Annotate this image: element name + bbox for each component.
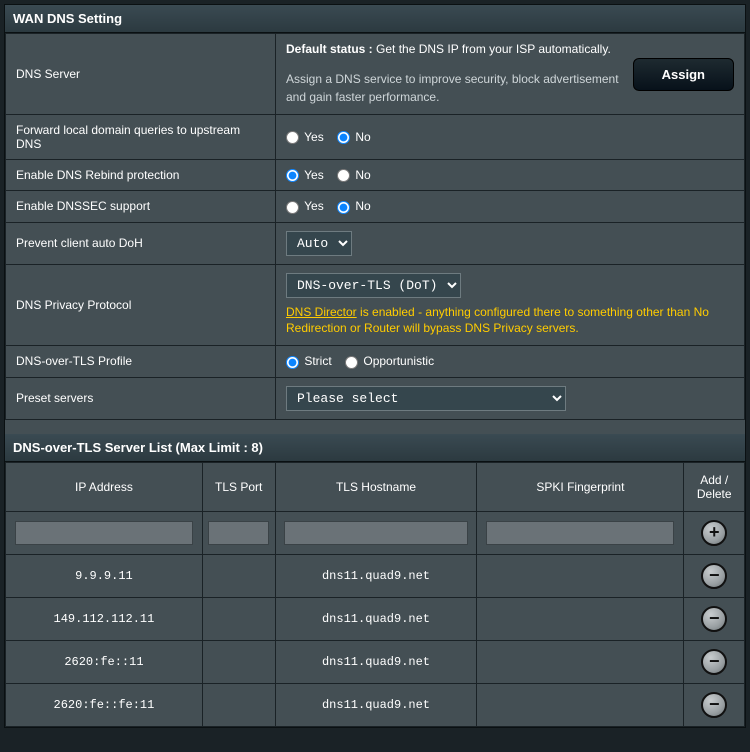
- col-spki: SPKI Fingerprint: [477, 462, 684, 511]
- cell-port: [202, 640, 275, 683]
- new-ip-input[interactable]: [15, 521, 193, 545]
- privacy-proto-label: DNS Privacy Protocol: [6, 264, 276, 346]
- prevent-doh-label: Prevent client auto DoH: [6, 222, 276, 264]
- rebind-yes[interactable]: Yes: [286, 168, 324, 182]
- dnssec-label: Enable DNSSEC support: [6, 191, 276, 222]
- cell-host: dns11.quad9.net: [275, 554, 477, 597]
- minus-icon: −: [709, 695, 720, 713]
- delete-row-button[interactable]: −: [701, 649, 727, 675]
- default-status-text: Get the DNS IP from your ISP automatical…: [376, 42, 611, 56]
- settings-table: DNS Server Default status : Get the DNS …: [5, 33, 745, 420]
- dnssec-no[interactable]: No: [337, 199, 371, 213]
- minus-icon: −: [709, 652, 720, 670]
- cell-spki: [477, 683, 684, 726]
- dnssec-yes[interactable]: Yes: [286, 199, 324, 213]
- plus-icon: +: [709, 523, 720, 541]
- col-port: TLS Port: [202, 462, 275, 511]
- add-row-button[interactable]: +: [701, 520, 727, 546]
- dot-server-table: IP Address TLS Port TLS Hostname SPKI Fi…: [5, 462, 745, 727]
- cell-host: dns11.quad9.net: [275, 640, 477, 683]
- preset-servers-label: Preset servers: [6, 377, 276, 419]
- cell-ip: 2620:fe::fe:11: [6, 683, 203, 726]
- forward-local-label: Forward local domain queries to upstream…: [6, 115, 276, 160]
- col-host: TLS Hostname: [275, 462, 477, 511]
- cell-ip: 2620:fe::11: [6, 640, 203, 683]
- section-title-wan-dns: WAN DNS Setting: [5, 5, 745, 33]
- default-status-label: Default status :: [286, 42, 373, 56]
- cell-ip: 9.9.9.11: [6, 554, 203, 597]
- table-row: 9.9.9.11 dns11.quad9.net −: [6, 554, 745, 597]
- dot-profile-strict[interactable]: Strict: [286, 354, 332, 368]
- cell-ip: 149.112.112.11: [6, 597, 203, 640]
- delete-row-button[interactable]: −: [701, 563, 727, 589]
- rebind-no[interactable]: No: [337, 168, 371, 182]
- delete-row-button[interactable]: −: [701, 606, 727, 632]
- forward-local-yes[interactable]: Yes: [286, 130, 324, 144]
- minus-icon: −: [709, 609, 720, 627]
- cell-port: [202, 683, 275, 726]
- table-row: 2620:fe::11 dns11.quad9.net −: [6, 640, 745, 683]
- new-spki-input[interactable]: [486, 521, 674, 545]
- wan-dns-panel: WAN DNS Setting DNS Server Default statu…: [4, 4, 746, 728]
- cell-port: [202, 597, 275, 640]
- dot-server-list-section: DNS-over-TLS Server List (Max Limit : 8)…: [5, 434, 745, 727]
- prevent-doh-select[interactable]: Auto: [286, 231, 352, 256]
- new-host-input[interactable]: [284, 521, 467, 545]
- dns-server-label: DNS Server: [6, 34, 276, 115]
- delete-row-button[interactable]: −: [701, 692, 727, 718]
- table-row: 149.112.112.11 dns11.quad9.net −: [6, 597, 745, 640]
- minus-icon: −: [709, 566, 720, 584]
- cell-spki: [477, 597, 684, 640]
- rebind-label: Enable DNS Rebind protection: [6, 160, 276, 191]
- col-ip: IP Address: [6, 462, 203, 511]
- new-port-input[interactable]: [208, 521, 269, 545]
- privacy-proto-select[interactable]: DNS-over-TLS (DoT): [286, 273, 461, 298]
- col-act: Add / Delete: [684, 462, 745, 511]
- cell-spki: [477, 640, 684, 683]
- assign-button[interactable]: Assign: [633, 58, 734, 91]
- dns-director-link[interactable]: DNS Director: [286, 305, 357, 319]
- table-row: 2620:fe::fe:11 dns11.quad9.net −: [6, 683, 745, 726]
- preset-servers-select[interactable]: Please select: [286, 386, 566, 411]
- dot-profile-opportunistic[interactable]: Opportunistic: [345, 354, 434, 368]
- dns-server-desc: Assign a DNS service to improve security…: [286, 70, 619, 106]
- privacy-proto-warning: DNS Director is enabled - anything confi…: [286, 304, 734, 338]
- section-title-dot-list: DNS-over-TLS Server List (Max Limit : 8): [5, 434, 745, 462]
- cell-port: [202, 554, 275, 597]
- cell-host: dns11.quad9.net: [275, 597, 477, 640]
- forward-local-no[interactable]: No: [337, 130, 371, 144]
- dot-profile-label: DNS-over-TLS Profile: [6, 346, 276, 377]
- cell-spki: [477, 554, 684, 597]
- cell-host: dns11.quad9.net: [275, 683, 477, 726]
